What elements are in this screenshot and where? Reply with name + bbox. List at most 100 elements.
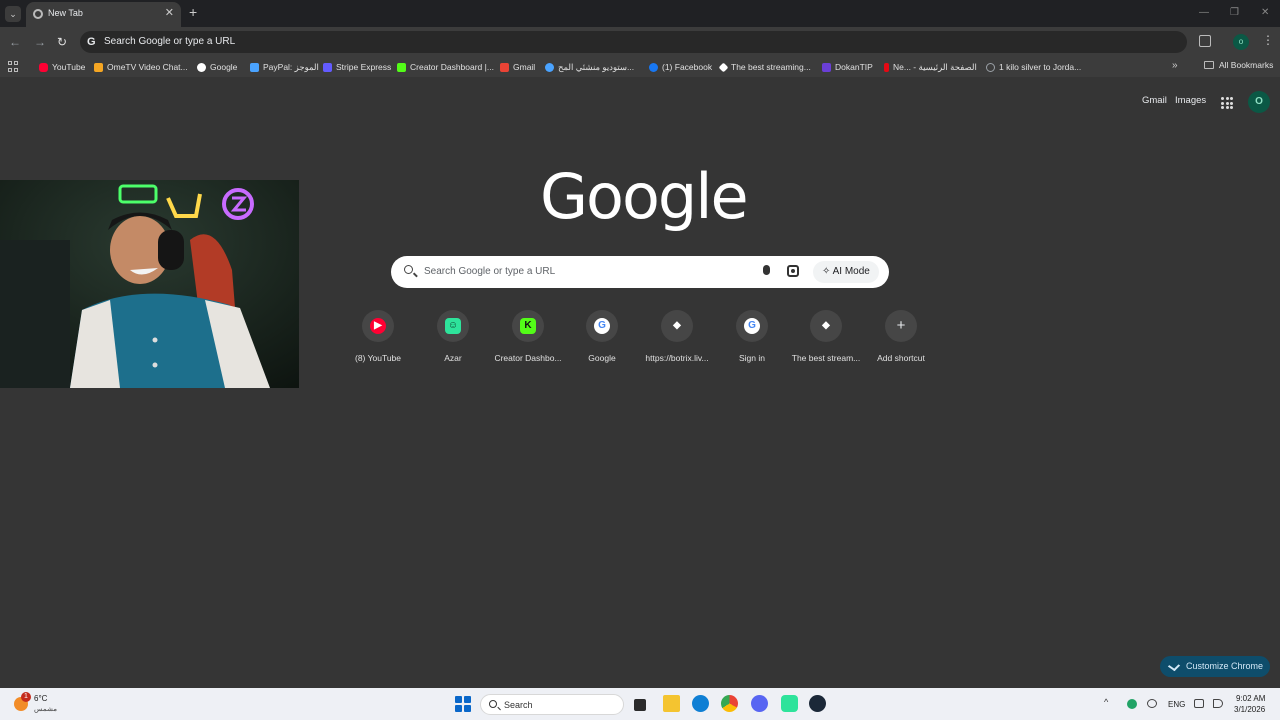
edge-icon[interactable] bbox=[692, 695, 709, 712]
bookmark-silver[interactable]: 1 kilo silver to Jorda... bbox=[986, 60, 1081, 74]
microphone-icon[interactable] bbox=[763, 265, 770, 275]
search-icon bbox=[489, 700, 497, 708]
close-window-icon[interactable]: ✕ bbox=[1261, 7, 1269, 18]
minimize-icon[interactable]: — bbox=[1199, 7, 1209, 18]
gmail-icon bbox=[500, 62, 509, 72]
chrome-taskbar-icon[interactable] bbox=[721, 695, 738, 712]
tab-strip: ⌄ New Tab ✕ + — ❐ ✕ bbox=[0, 0, 1280, 27]
google-icon: G bbox=[744, 318, 760, 334]
restore-icon[interactable]: ❐ bbox=[1230, 7, 1239, 18]
ometv-icon bbox=[94, 62, 103, 72]
discord-icon[interactable] bbox=[751, 695, 768, 712]
speaker-icon[interactable] bbox=[1213, 699, 1223, 708]
tray-app-icon[interactable] bbox=[1127, 699, 1137, 709]
netflix-icon bbox=[884, 62, 889, 72]
tab-title: New Tab bbox=[48, 8, 83, 18]
bookmark-creator-dashboard[interactable]: Creator Dashboard |... bbox=[397, 60, 494, 74]
steam-icon[interactable] bbox=[809, 695, 826, 712]
search-placeholder: Search Google or type a URL bbox=[424, 266, 556, 277]
chevron-up-icon[interactable]: ^ bbox=[1104, 697, 1108, 707]
weather-temperature[interactable]: 6°C bbox=[34, 694, 47, 703]
customize-chrome-button[interactable]: Customize Chrome bbox=[1160, 656, 1270, 677]
address-bar-placeholder: Search Google or type a URL bbox=[104, 36, 236, 47]
diamond-icon: ◆ bbox=[673, 320, 681, 331]
chrome-icon bbox=[33, 9, 43, 19]
images-link[interactable]: Images bbox=[1175, 95, 1206, 106]
bookmark-streaming[interactable]: The best streaming... bbox=[718, 60, 811, 74]
apps-grid-icon[interactable] bbox=[8, 61, 19, 72]
chevron-double-right-icon[interactable]: » bbox=[1172, 60, 1178, 71]
forward-arrow-icon[interactable]: → bbox=[34, 35, 46, 49]
shortcut-botrix[interactable]: ◆ https://botrix.liv... bbox=[639, 310, 715, 363]
paypal-icon bbox=[250, 62, 259, 72]
shortcut-youtube[interactable]: ▶ (8) YouTube bbox=[340, 310, 416, 363]
google-icon: G bbox=[594, 318, 610, 334]
gmail-link[interactable]: Gmail bbox=[1142, 95, 1167, 106]
bookmarks-bar: YouTube OmeTV Video Chat... Google PayPa… bbox=[0, 57, 1280, 77]
bookmark-facebook[interactable]: (1) Facebook bbox=[649, 60, 712, 74]
taskbar-search-input[interactable]: Search bbox=[480, 694, 624, 715]
close-tab-icon[interactable]: ✕ bbox=[165, 6, 174, 19]
back-arrow-icon[interactable]: ← bbox=[9, 35, 21, 49]
stripe-icon bbox=[323, 62, 332, 72]
bookmark-google[interactable]: Google bbox=[197, 60, 237, 74]
facebook-icon bbox=[649, 62, 658, 72]
tab-search-button[interactable]: ⌄ bbox=[5, 6, 21, 22]
bookmark-dokantip[interactable]: DokanTIP bbox=[822, 60, 873, 74]
file-explorer-icon[interactable] bbox=[663, 695, 680, 712]
ai-mode-button[interactable]: ✧ AI Mode bbox=[813, 261, 879, 283]
weather-description: مشمس bbox=[34, 706, 57, 713]
display-icon[interactable] bbox=[1194, 699, 1204, 708]
new-tab-button[interactable]: + bbox=[189, 5, 197, 19]
add-shortcut-button[interactable]: + Add shortcut bbox=[863, 310, 939, 363]
reload-icon[interactable]: ↻ bbox=[57, 35, 67, 49]
shortcut-streaming[interactable]: ◆ The best stream... bbox=[788, 310, 864, 363]
bookmark-netflix[interactable]: Ne... - الصفحة الرئيسية bbox=[884, 60, 977, 74]
network-status-icon[interactable] bbox=[1147, 699, 1157, 708]
google-apps-icon[interactable] bbox=[1221, 97, 1233, 109]
diamond-icon bbox=[718, 62, 729, 72]
webcam-overlay bbox=[0, 180, 299, 388]
language-indicator[interactable]: ENG bbox=[1168, 700, 1185, 709]
youtube-icon bbox=[39, 62, 48, 72]
shortcut-sign-in[interactable]: G Sign in bbox=[714, 310, 790, 363]
bookmark-stripe[interactable]: Stripe Express bbox=[323, 60, 391, 74]
account-avatar[interactable]: O bbox=[1248, 91, 1270, 113]
bookmark-meta-studio[interactable]: ستوديو منشئي المح... bbox=[545, 60, 634, 74]
dokantip-icon bbox=[822, 62, 831, 72]
extensions-icon[interactable] bbox=[1199, 35, 1211, 47]
bookmark-youtube[interactable]: YouTube bbox=[39, 60, 85, 74]
azar-icon: ☺ bbox=[445, 318, 461, 334]
task-view-icon[interactable] bbox=[634, 699, 646, 711]
google-icon bbox=[197, 62, 206, 72]
shortcut-creator-dashboard[interactable]: K Creator Dashbo... bbox=[490, 310, 566, 363]
bookmark-paypal[interactable]: PayPal: الموجز bbox=[250, 60, 319, 74]
bookmark-ometv[interactable]: OmeTV Video Chat... bbox=[94, 60, 188, 74]
azar-taskbar-icon[interactable] bbox=[781, 695, 798, 712]
search-icon bbox=[404, 265, 413, 274]
windows-start-icon[interactable] bbox=[455, 696, 471, 712]
webcam-image bbox=[0, 180, 299, 388]
profile-avatar[interactable]: o bbox=[1233, 34, 1249, 50]
shortcut-google[interactable]: G Google bbox=[564, 310, 640, 363]
all-bookmarks-button[interactable]: All Bookmarks bbox=[1204, 60, 1273, 70]
plus-icon: + bbox=[896, 317, 906, 334]
bookmark-gmail[interactable]: Gmail bbox=[500, 60, 535, 74]
pencil-icon bbox=[1167, 660, 1181, 672]
kebab-menu-icon[interactable]: ⋮ bbox=[1262, 33, 1274, 47]
weather-badge: 1 bbox=[21, 692, 31, 702]
google-logo: Google bbox=[540, 160, 749, 233]
address-bar[interactable]: G Search Google or type a URL bbox=[80, 31, 1187, 53]
clock-time[interactable]: 9:02 AM bbox=[1236, 694, 1265, 703]
search-input[interactable]: Search Google or type a URL ✧ AI Mode bbox=[391, 256, 889, 288]
clock-date[interactable]: 3/1/2026 bbox=[1234, 705, 1265, 714]
folder-icon bbox=[1204, 61, 1214, 69]
google-icon: G bbox=[87, 36, 96, 48]
kick-icon: K bbox=[520, 318, 536, 334]
kick-icon bbox=[397, 62, 406, 72]
globe-icon bbox=[986, 62, 995, 72]
browser-toolbar: ← → ↻ G Search Google or type a URL o ⋮ bbox=[0, 27, 1280, 57]
shortcut-azar[interactable]: ☺ Azar bbox=[415, 310, 491, 363]
tab-new-tab[interactable]: New Tab ✕ bbox=[26, 2, 181, 27]
google-lens-icon[interactable] bbox=[787, 265, 799, 277]
